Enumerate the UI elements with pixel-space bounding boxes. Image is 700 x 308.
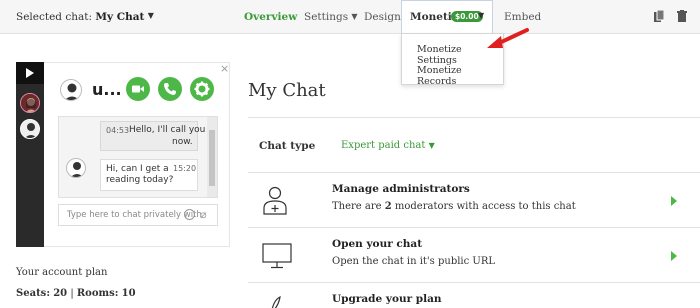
copy-icon[interactable] bbox=[654, 10, 664, 22]
page-title: My Chat bbox=[248, 80, 326, 101]
avatar[interactable] bbox=[20, 119, 40, 139]
message-time: 15:20 bbox=[173, 164, 197, 173]
user-avatar bbox=[60, 79, 82, 101]
moderator-count: 2 bbox=[384, 201, 392, 212]
caret-down-icon: ▼ bbox=[428, 141, 435, 150]
rooms-value: 10 bbox=[121, 288, 136, 299]
user-plus-icon bbox=[263, 186, 287, 215]
voice-call-button[interactable] bbox=[158, 77, 182, 101]
divider bbox=[248, 172, 700, 173]
tab-settings[interactable]: Settings ▼ bbox=[304, 11, 358, 23]
chat-user-name: u... bbox=[92, 80, 122, 99]
divider bbox=[248, 227, 700, 228]
gear-icon bbox=[194, 81, 210, 97]
caret-down-icon: ▼ bbox=[351, 12, 358, 21]
tab-overview-label: Overview bbox=[244, 11, 298, 23]
caret-down-icon: ▼ bbox=[478, 11, 485, 20]
chat-type-select[interactable]: Expert paid chat ▼ bbox=[341, 140, 435, 151]
row-description-prefix: There are bbox=[332, 201, 385, 212]
widget-sidebar bbox=[16, 62, 44, 247]
scrollbar-thumb[interactable] bbox=[209, 130, 215, 186]
message-text: reading today? bbox=[106, 175, 174, 185]
avatar[interactable] bbox=[20, 93, 40, 113]
trash-icon[interactable] bbox=[677, 10, 687, 22]
rocket-icon bbox=[271, 296, 281, 308]
tab-overview[interactable]: Overview bbox=[244, 11, 297, 23]
settings-button[interactable] bbox=[190, 77, 214, 101]
chevron-right-icon[interactable] bbox=[671, 196, 677, 206]
message-time: 04:53 bbox=[106, 126, 130, 135]
caret-down-icon: ▼ bbox=[147, 11, 154, 20]
tab-embed-label: Embed bbox=[504, 11, 542, 23]
divider bbox=[248, 282, 700, 283]
row-title[interactable]: Upgrade your plan bbox=[332, 293, 442, 305]
video-camera-icon bbox=[132, 85, 144, 93]
row-title[interactable]: Open your chat bbox=[332, 238, 422, 250]
close-icon[interactable]: × bbox=[220, 62, 229, 75]
menu-item-monetize-records[interactable]: Monetize Records bbox=[417, 65, 503, 87]
row-description-suffix: moderators with access to this chat bbox=[391, 201, 576, 212]
message-text: Hello, I'll call you bbox=[129, 125, 206, 135]
separator: | bbox=[70, 288, 74, 299]
row-title[interactable]: Manage administrators bbox=[332, 183, 470, 195]
tab-settings-label: Settings bbox=[304, 11, 349, 23]
seats-label: Seats: bbox=[16, 288, 51, 299]
tab-embed[interactable]: Embed bbox=[504, 11, 541, 23]
divider bbox=[248, 117, 700, 118]
tab-design[interactable]: Design bbox=[364, 11, 401, 23]
phone-icon bbox=[164, 83, 176, 95]
video-call-button[interactable] bbox=[126, 77, 150, 101]
row-description: There are 2 moderators with access to th… bbox=[332, 201, 576, 212]
row-description: Open the chat in it's public URL bbox=[332, 256, 496, 267]
attachment-icon[interactable]: ⌀ bbox=[200, 208, 207, 221]
chevron-right-icon[interactable] bbox=[671, 251, 677, 261]
chat-type-label: Chat type bbox=[259, 140, 316, 152]
play-icon bbox=[26, 68, 34, 78]
account-plan-label: Your account plan bbox=[16, 267, 108, 278]
avatar bbox=[66, 158, 86, 178]
selected-chat-label: Selected chat: bbox=[16, 11, 93, 23]
seats-value: 20 bbox=[53, 288, 68, 299]
selected-chat-value: My Chat bbox=[95, 11, 145, 23]
plan-limits: Seats: 20 | Rooms: 10 bbox=[16, 288, 136, 299]
tab-design-label: Design bbox=[364, 11, 401, 23]
message-text: Hi, can I get a bbox=[106, 164, 169, 174]
selected-chat[interactable]: Selected chat: My Chat ▼ bbox=[16, 11, 154, 23]
message-text: now. bbox=[172, 137, 193, 147]
chat-type-value: Expert paid chat bbox=[341, 140, 426, 151]
monitor-icon bbox=[262, 243, 292, 269]
rooms-label: Rooms: bbox=[76, 288, 119, 299]
pointer-arrow-icon bbox=[487, 28, 529, 48]
emoji-icon[interactable] bbox=[184, 209, 195, 220]
